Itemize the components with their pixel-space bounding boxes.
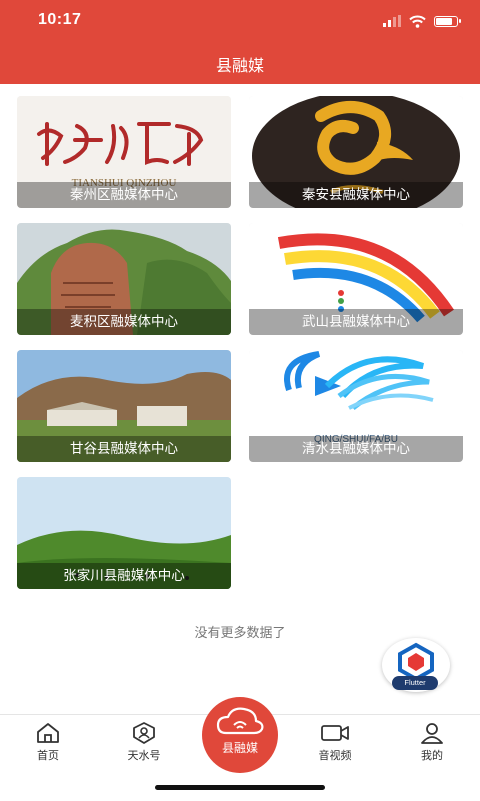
media-icon (216, 707, 264, 735)
media-card-label: 张家川县融媒体中心 (17, 563, 231, 589)
cellular-signal-icon (383, 15, 401, 27)
tab-label: 县融媒 (221, 741, 258, 755)
media-card[interactable]: 甘谷县融媒体中心 (17, 350, 231, 462)
user-icon (421, 723, 443, 744)
media-card[interactable]: 麦积区融媒体中心 (17, 223, 231, 335)
tab-county-media[interactable]: 县融媒 (202, 697, 278, 773)
app-header: 10:17 县融媒 (0, 0, 480, 84)
video-icon (321, 725, 349, 741)
status-time: 10:17 (38, 11, 82, 28)
media-card[interactable]: 秦安县融媒体中心 (249, 96, 463, 208)
media-card-label: 武山县融媒体中心 (249, 309, 463, 335)
tab-tianshui-account[interactable]: 天水号 (104, 721, 184, 763)
tab-mine[interactable]: 我的 (392, 721, 472, 763)
page-title: 县融媒 (215, 56, 264, 75)
media-card-label: 甘谷县融媒体中心 (17, 436, 231, 462)
tab-label: 我的 (421, 749, 443, 762)
media-card-label: 清水县融媒体中心 (249, 436, 463, 462)
media-card[interactable]: TIANSHUI QINZHOU 秦州区融媒体中心 (17, 96, 231, 208)
home-indicator (155, 785, 325, 790)
battery-icon (434, 15, 461, 27)
account-icon (133, 722, 155, 744)
media-card-label: 秦州区融媒体中心 (17, 182, 231, 208)
media-card[interactable]: 张家川县融媒体中心 (17, 477, 231, 589)
media-card-label: 麦积区融媒体中心 (17, 309, 231, 335)
status-icons (383, 13, 461, 29)
tab-label: 首页 (37, 749, 59, 762)
home-icon (37, 723, 59, 743)
flutter-badge: Flutter (392, 676, 438, 690)
tab-home[interactable]: 首页 (8, 721, 88, 763)
wifi-icon (409, 15, 426, 28)
tab-label: 天水号 (127, 749, 161, 762)
media-card[interactable]: 武山县融媒体中心 (249, 223, 463, 335)
tab-label: 音视频 (318, 749, 352, 762)
tab-video[interactable]: 音视频 (295, 721, 375, 763)
media-card[interactable]: QING/SHUI/FA/BU 清水县融媒体中心 (249, 350, 463, 462)
media-card-label: 秦安县融媒体中心 (249, 182, 463, 208)
